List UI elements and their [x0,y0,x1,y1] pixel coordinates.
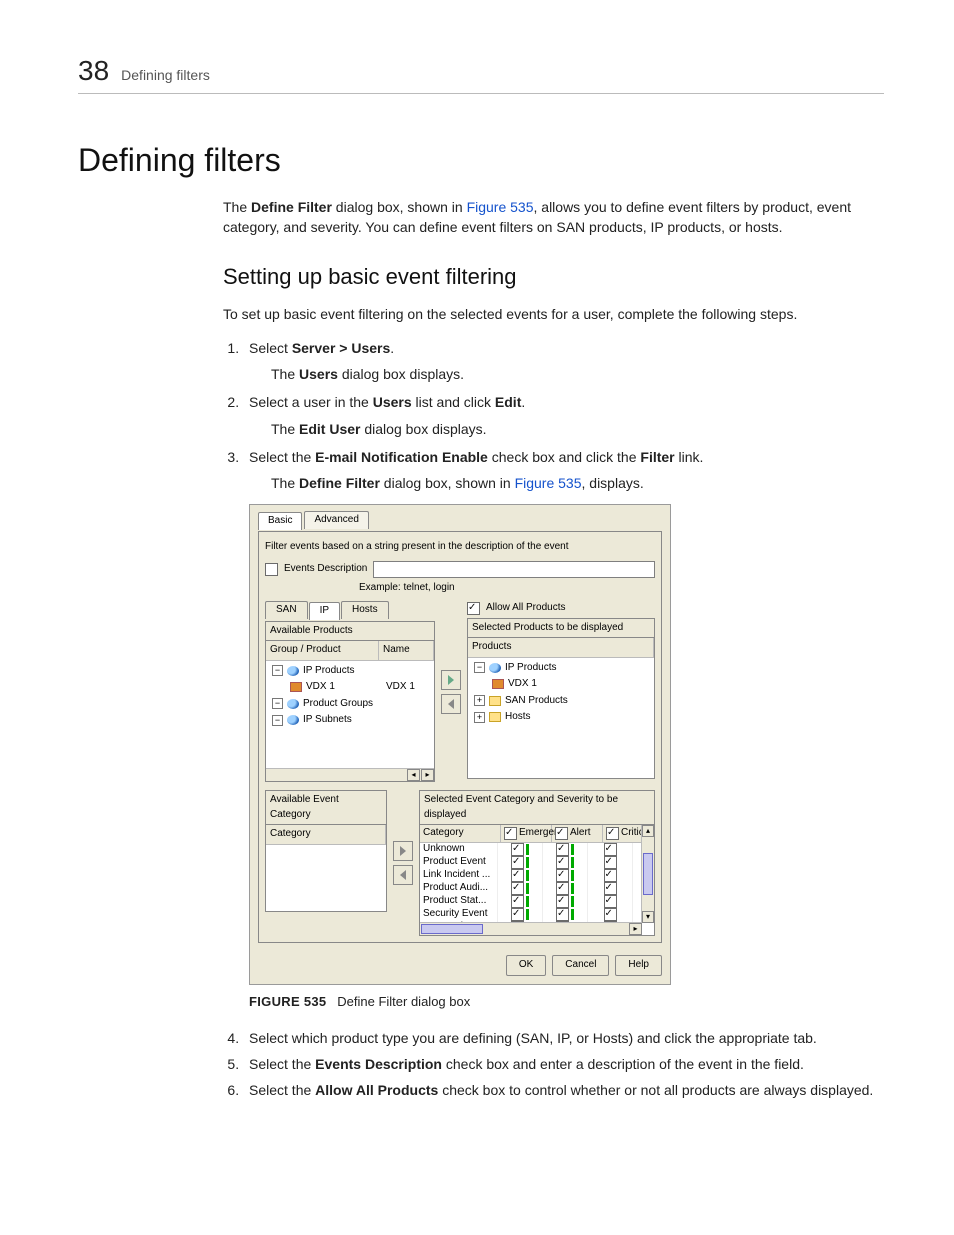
section-heading: Setting up basic event filtering [223,264,884,290]
allow-all-products-label: Allow All Products [486,601,565,616]
table-row[interactable]: Product Audi... [420,882,654,895]
define-filter-dialog: Basic Advanced Filter events based on a … [249,504,671,985]
lead-paragraph: To set up basic event filtering on the s… [223,304,884,324]
step-2: Select a user in the Users list and clic… [243,392,884,439]
collapse-icon[interactable]: − [474,662,485,673]
folder-icon [489,712,501,722]
page-title: Defining filters [78,142,884,179]
device-icon [290,682,302,692]
chapter-number: 38 [78,55,109,87]
table-row[interactable]: Link Incident ... [420,869,654,882]
selected-category-label: Selected Event Category and Severity to … [419,790,655,824]
scroll-thumb[interactable] [643,853,653,895]
add-category-button[interactable] [393,841,413,861]
expand-icon[interactable]: + [474,695,485,706]
horizontal-scrollbar[interactable]: ◂ ▸ [266,768,434,781]
step-5: Select the Events Description check box … [243,1054,884,1074]
table-row[interactable]: Product Event [420,856,654,869]
step-1: Select Server > Users. The Users dialog … [243,338,884,385]
tab-san[interactable]: SAN [265,601,308,619]
dialog-tabs: Basic Advanced [258,511,662,530]
scroll-up-icon[interactable]: ▴ [642,825,654,837]
step-3: Select the E-mail Notification Enable ch… [243,447,884,1011]
available-products-tree[interactable]: Group / Product Name − IP Products [265,640,435,782]
chevron-right-icon [446,675,456,685]
tab-ip[interactable]: IP [309,602,340,620]
severity-table[interactable]: Category Emergen... Alert Critical Unkno… [419,824,655,936]
col-name[interactable]: Name [379,641,434,660]
collapse-icon[interactable]: − [272,665,283,676]
globe-icon [489,663,501,673]
vertical-scrollbar[interactable]: ▴ ▾ [641,825,654,923]
tree-item-hosts[interactable]: + Hosts [470,709,652,726]
table-row[interactable]: Unknown [420,843,654,856]
col-category[interactable]: Category [420,825,501,842]
tree-item-vdx1[interactable]: VDX 1 VDX 1 [268,679,432,696]
tree-item-ip-products[interactable]: − IP Products [268,663,432,680]
scroll-left-icon[interactable]: ◂ [407,769,420,781]
scroll-thumb[interactable] [421,924,483,934]
steps-list: Select Server > Users. The Users dialog … [223,338,884,1101]
globe-icon [287,715,299,725]
scroll-right-icon[interactable]: ▸ [421,769,434,781]
running-header: 38 Defining filters [78,55,884,94]
chevron-left-icon [446,699,456,709]
table-row[interactable]: Security Event [420,908,654,921]
figure-caption: FIGURE 535 Define Filter dialog box [249,993,884,1012]
figure-link[interactable]: Figure 535 [515,475,582,491]
scroll-right-icon[interactable]: ▸ [629,923,642,935]
events-description-input[interactable] [373,561,655,578]
ok-button[interactable]: OK [506,955,546,976]
chevron-left-icon [398,870,408,880]
collapse-icon[interactable]: − [272,698,283,709]
horizontal-scrollbar[interactable]: ▸ [420,922,642,935]
step-4: Select which product type you are defini… [243,1028,884,1048]
events-description-label: Events Description [284,562,367,577]
expand-icon[interactable]: + [474,712,485,723]
device-icon [492,679,504,689]
available-category-list[interactable]: Category [265,824,387,912]
col-category[interactable]: Category [266,825,386,844]
col-products[interactable]: Products [468,638,654,657]
available-products-label: Available Products [265,621,435,641]
remove-category-button[interactable] [393,865,413,885]
col-emergency[interactable]: Emergen... [501,825,552,842]
tree-item-vdx1[interactable]: VDX 1 [470,676,652,693]
tab-basic[interactable]: Basic [258,512,302,531]
add-button[interactable] [441,670,461,690]
selected-products-tree[interactable]: Products − IP Products [467,637,655,779]
step-1-result: The Users dialog box displays. [271,364,884,384]
table-row[interactable]: Product Stat... [420,895,654,908]
selected-products-label: Selected Products to be displayed [467,618,655,638]
remove-button[interactable] [441,694,461,714]
step-3-result: The Define Filter dialog box, shown in F… [271,473,884,493]
cancel-button[interactable]: Cancel [552,955,609,976]
chevron-right-icon [398,846,408,856]
tab-hosts[interactable]: Hosts [341,601,389,619]
example-text: Example: telnet, login [359,581,655,596]
events-description-checkbox[interactable] [265,563,278,576]
tree-item-san-products[interactable]: + SAN Products [470,693,652,710]
scroll-down-icon[interactable]: ▾ [642,911,654,923]
col-alert[interactable]: Alert [552,825,603,842]
globe-icon [287,699,299,709]
globe-icon [287,666,299,676]
step-2-result: The Edit User dialog box displays. [271,419,884,439]
intro-paragraph: The Define Filter dialog box, shown in F… [223,197,884,238]
running-head-text: Defining filters [121,67,210,83]
step-6: Select the Allow All Products check box … [243,1080,884,1100]
available-category-label: Available Event Category [265,790,387,824]
col-group-product[interactable]: Group / Product [266,641,379,660]
allow-all-products-checkbox[interactable] [467,602,480,615]
collapse-icon[interactable]: − [272,715,283,726]
tab-advanced[interactable]: Advanced [304,511,368,530]
tree-item-ip-products[interactable]: − IP Products [470,660,652,677]
help-button[interactable]: Help [615,955,662,976]
folder-icon [489,696,501,706]
tree-item-product-groups[interactable]: − Product Groups [268,696,432,713]
figure-link[interactable]: Figure 535 [467,199,534,215]
tree-item-ip-subnets[interactable]: − IP Subnets [268,712,432,729]
hint-text: Filter events based on a string present … [265,540,655,555]
